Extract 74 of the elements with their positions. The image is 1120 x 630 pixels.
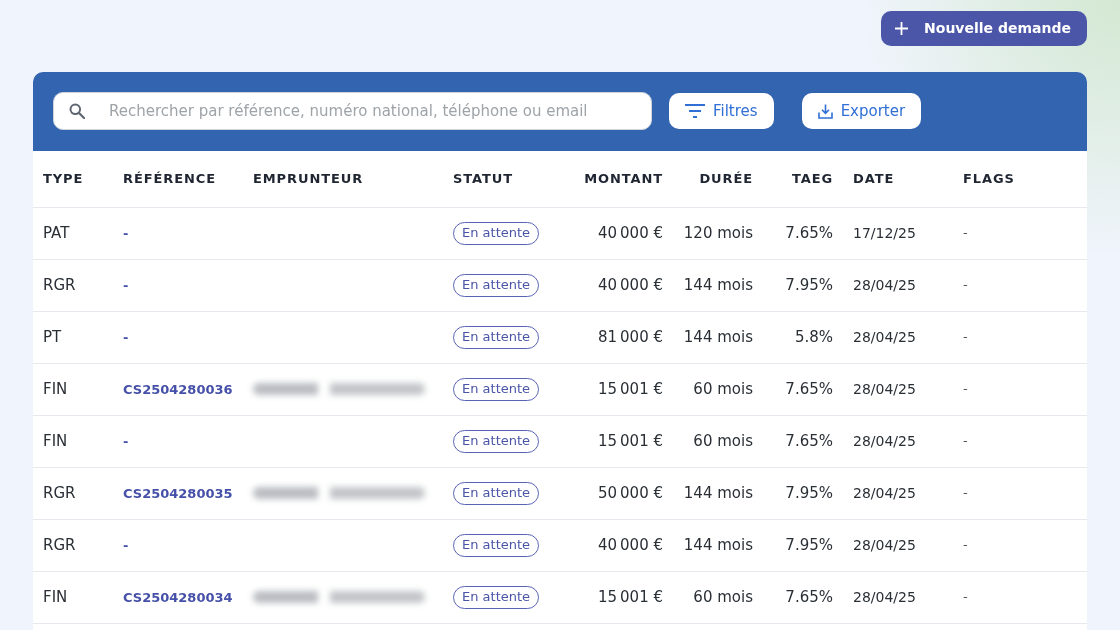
amount-cell: 40 000 €	[553, 207, 673, 259]
column-header: DURÉE	[673, 151, 763, 207]
rate-cell: 7.65%	[763, 363, 843, 415]
type-cell: FIN	[33, 571, 113, 623]
flags-cell: -	[953, 415, 1087, 467]
rate-cell: 7.95%	[763, 467, 843, 519]
rate-cell: 7.65%	[763, 207, 843, 259]
filter-button[interactable]: Filtres	[669, 93, 774, 129]
amount-cell: 15 001 €	[553, 415, 673, 467]
reference-link[interactable]: CS2504280034	[123, 589, 233, 605]
rate-cell: 7.65%	[763, 415, 843, 467]
column-header: TAEG	[763, 151, 843, 207]
date-cell: 28/04/25	[843, 311, 953, 363]
column-header: RÉFÉRENCE	[113, 151, 243, 207]
reference-link[interactable]: CS2504280035	[123, 485, 233, 501]
duration-cell: 144 mois	[673, 519, 763, 571]
rate-cell: 7.95%	[763, 259, 843, 311]
reference-link[interactable]: -	[123, 225, 129, 241]
amount-cell: 40 000 €	[553, 259, 673, 311]
search-field[interactable]: Rechercher par référence, numéro national, téléphone ou email	[53, 92, 652, 130]
type-cell: FIN	[33, 415, 113, 467]
type-cell: PAT	[33, 207, 113, 259]
date-cell: 17/12/25	[843, 207, 953, 259]
column-header: DATE	[843, 151, 953, 207]
rate-cell: 7.95%	[763, 519, 843, 571]
column-header: EMPRUNTEUR	[243, 151, 443, 207]
amount-cell: 15 001 €	[553, 363, 673, 415]
download-icon	[817, 103, 833, 119]
type-cell: PT	[33, 311, 113, 363]
amount-cell: 40 000 €	[553, 519, 673, 571]
column-header: MONTANT	[553, 151, 673, 207]
duration-cell: 60 mois	[673, 571, 763, 623]
duration-cell: 60 mois	[673, 415, 763, 467]
amount-cell: 15 001 €	[553, 571, 673, 623]
date-cell: 28/04/25	[843, 259, 953, 311]
column-header: STATUT	[443, 151, 553, 207]
duration-cell: 120 mois	[673, 207, 763, 259]
date-cell: 28/04/25	[843, 467, 953, 519]
date-cell: 28/04/25	[843, 519, 953, 571]
search-icon	[69, 103, 85, 119]
reference-link[interactable]: CS2504280036	[123, 381, 233, 397]
reference-link[interactable]: -	[123, 433, 129, 449]
type-cell: RGR	[33, 519, 113, 571]
reference-link[interactable]: -	[123, 277, 129, 293]
date-cell: 28/04/25	[843, 571, 953, 623]
new-request-button[interactable]: Nouvelle demande	[881, 11, 1087, 46]
rate-cell: 5.8%	[763, 311, 843, 363]
rate-cell: 7.65%	[763, 571, 843, 623]
filter-icon	[685, 104, 705, 118]
plus-icon	[895, 22, 909, 35]
duration-cell: 144 mois	[673, 311, 763, 363]
type-cell: RGR	[33, 467, 113, 519]
duration-cell: 60 mois	[673, 363, 763, 415]
amount-cell: 81 000 €	[553, 311, 673, 363]
column-header: FLAGS	[953, 151, 1087, 207]
duration-cell: 144 mois	[673, 467, 763, 519]
column-header: TYPE	[33, 151, 113, 207]
reference-link[interactable]: -	[123, 537, 129, 553]
type-cell: RGR	[33, 259, 113, 311]
flags-cell: -	[953, 311, 1087, 363]
reference-link[interactable]: -	[123, 329, 129, 345]
flags-cell: -	[953, 571, 1087, 623]
amount-cell: 50 000 €	[553, 467, 673, 519]
export-button[interactable]: Exporter	[801, 93, 922, 129]
flags-cell: -	[953, 519, 1087, 571]
type-cell: FIN	[33, 363, 113, 415]
duration-cell: 144 mois	[673, 259, 763, 311]
flags-cell: -	[953, 363, 1087, 415]
flags-cell: -	[953, 259, 1087, 311]
flags-cell: -	[953, 467, 1087, 519]
date-cell: 28/04/25	[843, 363, 953, 415]
date-cell: 28/04/25	[843, 415, 953, 467]
status-badge: En attente	[453, 378, 540, 401]
flags-cell: -	[953, 207, 1087, 259]
